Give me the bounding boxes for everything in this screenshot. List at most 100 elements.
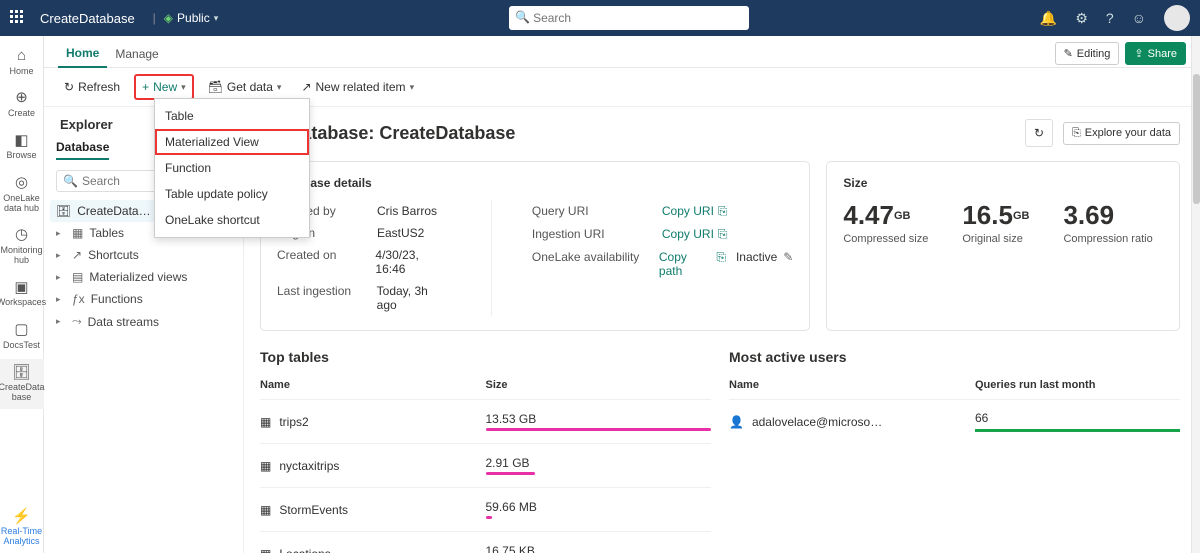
chevron-right-icon: ▸ xyxy=(56,250,66,261)
scrollbar[interactable] xyxy=(1191,36,1200,553)
rail-create[interactable]: ⊕Create xyxy=(0,84,44,124)
copy-icon[interactable]: ⎘ xyxy=(716,250,726,278)
explore-data-button[interactable]: ⎘Explore your data xyxy=(1063,122,1180,145)
data-icon: 🗃 xyxy=(208,80,223,94)
shortcut-icon: ↗ xyxy=(72,248,82,262)
shield-icon: ◈ xyxy=(164,11,173,25)
plus-icon: + xyxy=(142,80,149,94)
monitor-icon: ◷ xyxy=(15,227,28,244)
editing-button[interactable]: ✎Editing xyxy=(1055,42,1120,65)
new-button[interactable]: +New▾ xyxy=(134,74,194,100)
rail-workspaces[interactable]: ▣Workspaces xyxy=(0,274,44,314)
table-row[interactable]: ▦trips213.53 GB xyxy=(260,399,711,443)
rail-monitoring[interactable]: ◷Monitoring hub xyxy=(0,221,44,271)
database-icon: 🗄 xyxy=(12,365,31,382)
search-icon: 🔍 xyxy=(63,174,78,188)
table-row[interactable]: ▦nyctaxitrips2.91 GB xyxy=(260,443,711,487)
notifications-icon[interactable]: 🔔 xyxy=(1040,10,1057,27)
copy-onelake-path[interactable]: Copy path xyxy=(659,250,712,278)
app-name: CreateDatabase xyxy=(40,11,135,26)
chevron-right-icon: ▸ xyxy=(56,228,66,239)
share-button[interactable]: ⇪Share xyxy=(1125,42,1186,65)
stream-icon: ⤳ xyxy=(72,314,82,329)
scroll-thumb[interactable] xyxy=(1193,74,1200,204)
chevron-right-icon: ▸ xyxy=(56,294,66,305)
sensitivity-label[interactable]: Public xyxy=(177,11,210,25)
tree-matviews[interactable]: ▸▤Materialized views xyxy=(56,266,243,288)
rail-docstest[interactable]: ▢DocsTest xyxy=(0,316,44,356)
workspaces-icon: ▣ xyxy=(14,280,28,297)
rail-home[interactable]: ⌂Home xyxy=(0,42,44,82)
chevron-right-icon: ▸ xyxy=(56,316,66,327)
matview-icon: ▤ xyxy=(72,270,83,284)
refresh-button[interactable]: ↻Refresh xyxy=(58,76,126,98)
chevron-right-icon: ▸ xyxy=(56,272,66,283)
new-dropdown: Table Materialized View Function Table u… xyxy=(154,98,310,238)
chevron-down-icon: ▾ xyxy=(410,82,415,93)
bolt-icon: ⚡ xyxy=(12,509,31,526)
chevron-down-icon: ▾ xyxy=(277,82,282,93)
page-title: Database: CreateDatabase xyxy=(288,123,515,144)
global-search-input[interactable] xyxy=(509,6,749,30)
share-icon: ⇪ xyxy=(1134,47,1143,60)
pencil-icon: ✎ xyxy=(1064,47,1073,60)
home-icon: ⌂ xyxy=(17,48,26,65)
rail-rta[interactable]: ⚡Real-Time Analytics xyxy=(0,503,44,553)
refresh-page-button[interactable]: ↻ xyxy=(1025,119,1053,147)
card-title: Database details xyxy=(277,176,793,190)
tree-datastreams[interactable]: ▸⤳Data streams xyxy=(56,310,243,333)
onelake-state: Inactive xyxy=(736,250,777,278)
search-icon: 🔍 xyxy=(515,10,530,24)
dd-table-update-policy[interactable]: Table update policy xyxy=(155,181,309,207)
table-row[interactable]: ▦StormEvents59.66 MB xyxy=(260,487,711,531)
copy-icon: ⎘ xyxy=(1072,127,1081,140)
app-launcher-icon[interactable] xyxy=(10,10,26,26)
onelake-icon: ◎ xyxy=(15,175,28,192)
table-icon: ▦ xyxy=(260,459,271,473)
rail-browse[interactable]: ◧Browse xyxy=(0,127,44,167)
function-icon: ƒx xyxy=(72,292,85,306)
rail-createdatabase[interactable]: 🗄CreateData base xyxy=(0,359,44,409)
plus-circle-icon: ⊕ xyxy=(15,90,28,107)
tree-functions[interactable]: ▸ƒxFunctions xyxy=(56,288,243,310)
chevron-down-icon: ▾ xyxy=(181,82,186,93)
card-size: Size 4.47GBCompressed size 16.5GBOrigina… xyxy=(826,161,1180,331)
table-icon: ▦ xyxy=(260,547,271,553)
copy-icon[interactable]: ⎘ xyxy=(718,227,728,242)
help-icon[interactable]: ? xyxy=(1106,10,1114,26)
dd-table[interactable]: Table xyxy=(155,103,309,129)
panel-top-tables: Top tables NameSize ▦trips213.53 GB▦nyct… xyxy=(260,349,711,553)
database-icon: 🗄 xyxy=(56,204,71,218)
panel-active-users: Most active users NameQueries run last m… xyxy=(729,349,1180,553)
refresh-icon: ↻ xyxy=(64,80,74,94)
rail-onelake[interactable]: ◎OneLake data hub xyxy=(0,169,44,219)
separator: | xyxy=(153,11,156,25)
copy-ingestion-uri[interactable]: Copy URI xyxy=(662,227,714,242)
avatar[interactable] xyxy=(1164,5,1190,31)
card-database-details: Database details Created byCris Barros R… xyxy=(260,161,810,331)
table-icon: ▦ xyxy=(260,503,271,517)
get-data-button[interactable]: 🗃Get data▾ xyxy=(202,76,288,98)
explorer-tab-database[interactable]: Database xyxy=(56,140,109,160)
workspace-icon: ▢ xyxy=(14,322,28,339)
external-icon: ↗ xyxy=(301,80,311,94)
copy-icon[interactable]: ⎘ xyxy=(718,204,728,219)
feedback-icon[interactable]: ☺ xyxy=(1132,10,1146,26)
tab-manage[interactable]: Manage xyxy=(107,41,166,67)
settings-icon[interactable]: ⚙ xyxy=(1075,10,1088,27)
table-icon: ▦ xyxy=(72,226,83,240)
dd-function[interactable]: Function xyxy=(155,155,309,181)
tree-shortcuts[interactable]: ▸↗Shortcuts xyxy=(56,244,243,266)
table-row[interactable]: ▦Locations16.75 KB xyxy=(260,531,711,553)
dd-materialized-view[interactable]: Materialized View xyxy=(155,129,309,155)
user-icon: 👤 xyxy=(729,415,744,429)
chevron-down-icon[interactable]: ▾ xyxy=(214,13,219,24)
pencil-icon[interactable]: ✎ xyxy=(783,250,793,278)
refresh-icon: ↻ xyxy=(1034,126,1044,140)
new-related-button[interactable]: ↗New related item▾ xyxy=(295,76,420,98)
table-row[interactable]: 👤adalovelace@microso…66 xyxy=(729,399,1180,443)
table-icon: ▦ xyxy=(260,415,271,429)
copy-query-uri[interactable]: Copy URI xyxy=(662,204,714,219)
dd-onelake-shortcut[interactable]: OneLake shortcut xyxy=(155,207,309,233)
tab-home[interactable]: Home xyxy=(58,40,107,68)
